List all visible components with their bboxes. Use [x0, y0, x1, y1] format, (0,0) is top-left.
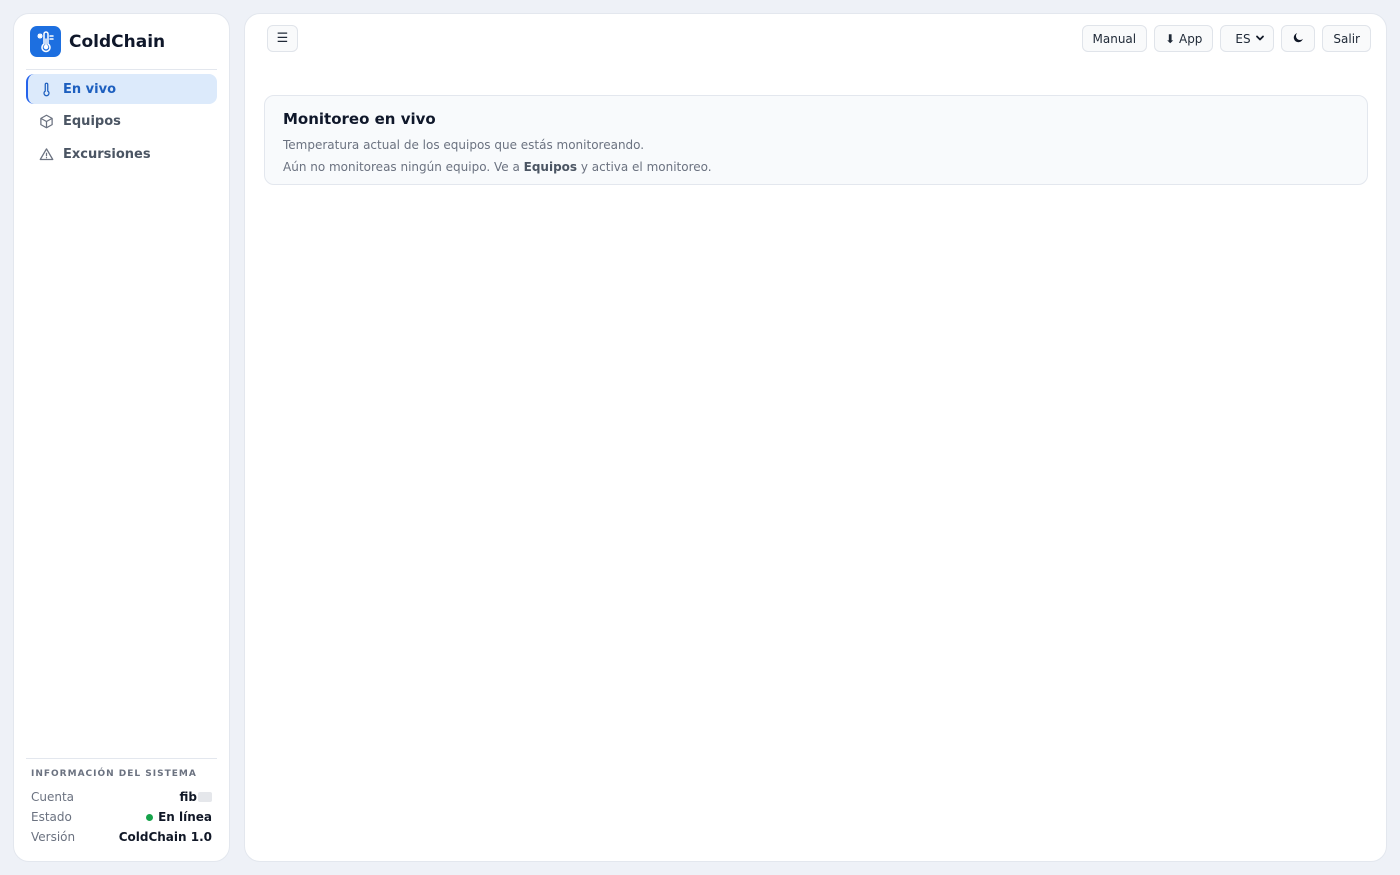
redacted-mask	[198, 792, 212, 802]
sidebar-item-label: Equipos	[63, 114, 121, 129]
download-app-button[interactable]: ⬇ App	[1154, 25, 1214, 52]
equipos-link[interactable]: Equipos	[524, 160, 577, 174]
thermometer-icon	[38, 81, 54, 97]
box-icon	[38, 114, 54, 130]
status-dot-icon	[146, 813, 154, 821]
topbar: ☰ Manual ⬇ App ES Salir	[267, 25, 1371, 52]
system-row-account: Cuenta fib	[31, 787, 212, 807]
account-label: Cuenta	[31, 790, 75, 804]
status-value: En línea	[158, 810, 212, 824]
sidebar-nav: En vivo Equipos Excursiones	[14, 70, 229, 176]
page-title: Monitoreo en vivo	[283, 110, 436, 128]
status-label: Estado	[31, 810, 72, 824]
version-value: ColdChain 1.0	[118, 830, 212, 844]
sidebar: ColdChain En vivo Equipos Excursiones IN…	[13, 13, 230, 862]
logout-button[interactable]: Salir	[1322, 25, 1371, 52]
brand: ColdChain	[26, 14, 217, 70]
moon-icon	[1292, 31, 1305, 47]
live-monitor-card: Monitoreo en vivo Temperatura actual de …	[264, 95, 1368, 185]
sidebar-item-label: Excursiones	[63, 146, 151, 162]
warning-triangle-icon	[38, 146, 54, 162]
version-label: Versión	[31, 830, 76, 844]
empty-state-message: Aún no monitoreas ningún equipo. Ve a Eq…	[283, 160, 712, 174]
sidebar-item-equipos[interactable]: Equipos	[26, 107, 217, 137]
system-info-title: Información del sistema	[31, 769, 197, 779]
chevron-down-icon	[1255, 32, 1265, 46]
sidebar-item-label: En vivo	[63, 81, 116, 97]
thermometer-snowflake-icon	[30, 26, 61, 57]
language-value: ES	[1235, 31, 1251, 46]
account-value: fib	[179, 790, 197, 804]
main-panel: ☰ Manual ⬇ App ES Salir Monitoreo en viv…	[244, 13, 1387, 862]
manual-button[interactable]: Manual	[1081, 25, 1148, 52]
system-row-status: Estado En línea	[31, 807, 212, 827]
language-select[interactable]: ES	[1220, 25, 1275, 52]
theme-toggle-button[interactable]	[1281, 25, 1316, 52]
sidebar-item-excursiones[interactable]: Excursiones	[26, 139, 217, 169]
brand-name: ColdChain	[69, 31, 166, 52]
sidebar-item-en-vivo[interactable]: En vivo	[26, 74, 217, 104]
system-info: Información del sistema Cuenta fib Estad…	[26, 758, 217, 847]
menu-toggle-button[interactable]: ☰	[267, 25, 298, 52]
page-subtitle: Temperatura actual de los equipos que es…	[283, 138, 645, 152]
system-row-version: Versión ColdChain 1.0	[31, 827, 212, 847]
